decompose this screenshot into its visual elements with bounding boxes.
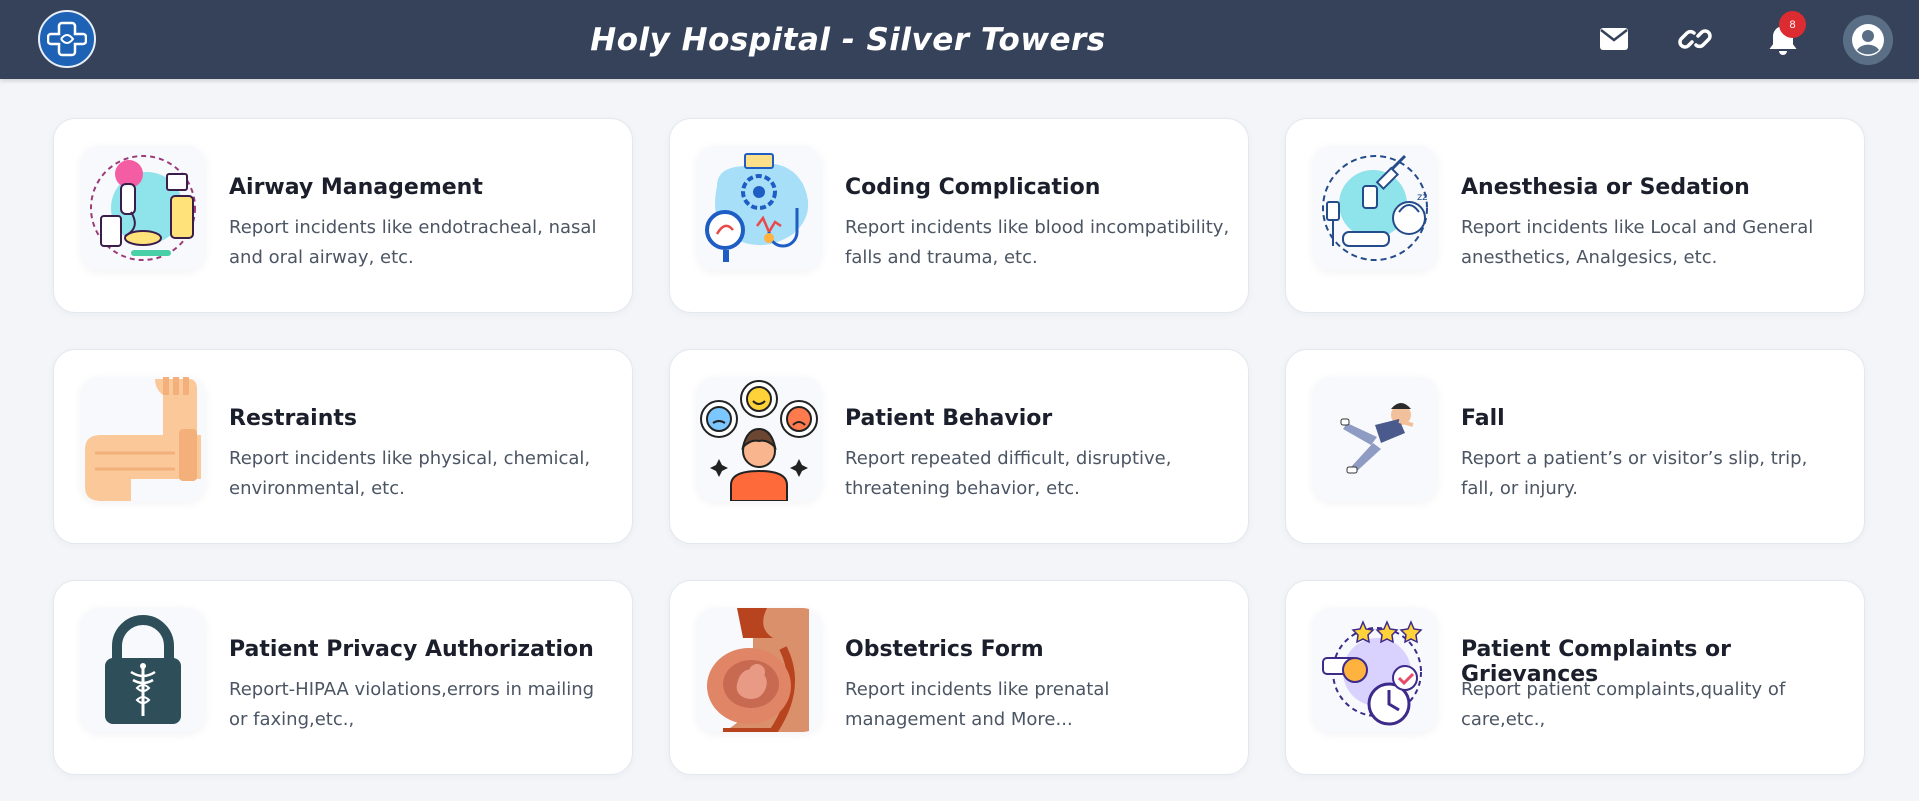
link-icon[interactable] <box>1676 20 1714 58</box>
card-description: Report patient complaints,quality of car… <box>1461 679 1786 730</box>
page-title: Holy Hospital - Silver Towers <box>590 21 1106 58</box>
complaints-illustration <box>1313 608 1437 732</box>
card-title: Airway Management <box>229 175 483 200</box>
card-title: Restraints <box>229 406 357 431</box>
envelope-icon[interactable] <box>1595 20 1633 58</box>
card-title: Fall <box>1461 406 1505 431</box>
svg-text:zz: zz <box>1417 192 1428 203</box>
card-patient-privacy-authorization[interactable]: Patient Privacy Authorization Report-HIP… <box>53 580 633 775</box>
notification-badge: 8 <box>1779 11 1806 38</box>
card-description: Report repeated difficult, disruptive, t… <box>845 448 1172 499</box>
card-title: Patient Privacy Authorization <box>229 637 594 662</box>
card-description: Report incidents like physical, chemical… <box>229 448 591 499</box>
card-description: Report-HIPAA violations,errors in mailin… <box>229 679 595 730</box>
card-patient-behavior[interactable]: Patient Behavior Report repeated difficu… <box>669 349 1249 544</box>
card-airway-management[interactable]: Airway Management Report incidents like … <box>53 118 633 313</box>
card-title: Anesthesia or Sedation <box>1461 175 1750 200</box>
obstetrics-illustration <box>697 608 821 732</box>
card-description: Report incidents like prenatal managemen… <box>845 679 1110 730</box>
card-description: Report incidents like Local and General … <box>1461 217 1814 268</box>
card-patient-complaints-or-grievances[interactable]: Patient Complaints or Grievances Report … <box>1285 580 1865 775</box>
bell-icon[interactable]: 8 <box>1764 11 1806 58</box>
card-title: Coding Complication <box>845 175 1101 200</box>
restraints-illustration <box>81 377 205 501</box>
card-description: Report incidents like endotracheal, nasa… <box>229 217 597 268</box>
behavior-illustration <box>697 377 821 501</box>
card-title: Obstetrics Form <box>845 637 1044 662</box>
airway-illustration <box>81 146 205 270</box>
card-fall[interactable]: Fall Report a patient’s or visitor’s sli… <box>1285 349 1865 544</box>
anesthesia-illustration: zz <box>1313 146 1437 270</box>
privacy-lock-illustration <box>81 608 205 732</box>
top-navbar: Holy Hospital - Silver Towers 8 <box>0 0 1919 79</box>
fall-illustration <box>1313 377 1437 501</box>
card-restraints[interactable]: Restraints Report incidents like physica… <box>53 349 633 544</box>
user-avatar-icon[interactable] <box>1843 15 1893 65</box>
card-obstetrics-form[interactable]: Obstetrics Form Report incidents like pr… <box>669 580 1249 775</box>
card-description: Report incidents like blood incompatibil… <box>845 217 1230 268</box>
card-anesthesia-or-sedation[interactable]: zz Anesthesia or Sedation Report inciden… <box>1285 118 1865 313</box>
card-coding-complication[interactable]: Coding Complication Report incidents lik… <box>669 118 1249 313</box>
card-description: Report a patient’s or visitor’s slip, tr… <box>1461 448 1808 499</box>
card-title: Patient Behavior <box>845 406 1053 431</box>
coding-illustration <box>697 146 821 270</box>
